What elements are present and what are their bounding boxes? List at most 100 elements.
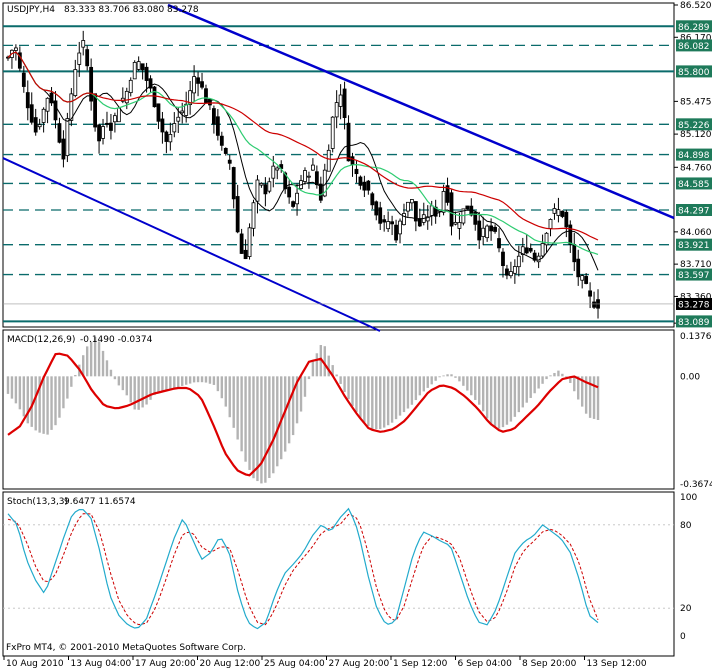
candle-body: [152, 86, 157, 108]
macd-histogram-bar: [462, 376, 465, 386]
time-axis-label: 25 Aug 04:00: [264, 659, 325, 669]
macd-histogram-bar: [85, 346, 89, 377]
candle-body: [65, 118, 70, 157]
candle-body: [350, 156, 355, 165]
macd-histogram-bar: [430, 376, 433, 385]
candle-body: [231, 167, 236, 200]
macd-histogram-bar: [200, 376, 204, 383]
candle-body: [330, 116, 335, 149]
macd-histogram-bar: [533, 376, 536, 394]
macd-histogram-bar: [6, 376, 10, 394]
candle-body: [540, 243, 545, 257]
macd-histogram-bar: [561, 373, 564, 377]
macd-histogram-bar: [474, 376, 477, 400]
macd-histogram-bar: [418, 376, 422, 396]
candle-body: [548, 219, 553, 229]
macd-histogram-bar: [537, 376, 540, 389]
macd-histogram-bar: [351, 376, 354, 407]
stochastic-panel[interactable]: [2, 491, 675, 657]
macd-histogram-bar: [489, 376, 493, 424]
macd-histogram-bar: [450, 374, 453, 377]
candle-body: [13, 47, 18, 51]
macd-histogram-bar: [220, 376, 224, 399]
macd-histogram-bar: [188, 376, 192, 384]
candle-body: [101, 126, 105, 139]
candle-body: [156, 103, 161, 122]
macd-histogram-bar: [89, 341, 93, 377]
candle-body: [204, 88, 208, 104]
macd-histogram-bar: [74, 374, 77, 377]
macd-histogram-bar: [501, 376, 505, 428]
macd-histogram-bar: [125, 376, 128, 396]
macd-histogram-bar: [236, 376, 239, 440]
mt4-chart-window[interactable]: 86.52086.17085.47585.12084.76084.06083.7…: [0, 0, 712, 670]
candle-body: [366, 180, 371, 191]
candle-body: [497, 238, 501, 249]
candle-body: [592, 301, 596, 308]
macd-histogram-bar: [228, 376, 231, 418]
macd-histogram-bar: [62, 376, 65, 409]
chart-symbol-label: USDJPY,H4: [7, 5, 55, 15]
macd-histogram-bar: [137, 376, 140, 410]
macd-histogram-bar: [394, 376, 398, 420]
candle-body: [580, 275, 585, 281]
macd-histogram-bar: [493, 376, 497, 427]
macd-histogram-bar: [113, 376, 117, 380]
candle-body: [223, 147, 228, 154]
macd-histogram-bar: [58, 376, 61, 418]
candle-body: [560, 210, 565, 217]
macd-histogram-bar: [268, 376, 271, 478]
macd-histogram-bar: [470, 376, 473, 396]
candle-body: [505, 268, 509, 276]
macd-histogram-bar: [212, 376, 216, 385]
candle-body: [180, 110, 185, 114]
candle-body: [219, 135, 224, 146]
macd-histogram-bar: [10, 376, 14, 399]
macd-histogram-bar: [359, 376, 362, 418]
macd-histogram-bar: [513, 376, 517, 417]
candle-body: [477, 220, 482, 241]
macd-histogram-bar: [549, 375, 552, 377]
macd-histogram-bar: [307, 376, 311, 380]
macd-histogram-bar: [97, 341, 101, 377]
candle-body: [192, 76, 197, 94]
candle-body: [160, 118, 165, 133]
candle-body: [501, 251, 505, 267]
macd-histogram-bar: [204, 376, 208, 383]
main-price-panel[interactable]: [2, 2, 675, 328]
macd-histogram-bar: [497, 376, 501, 429]
macd-histogram-bar: [327, 355, 330, 377]
macd-histogram-bar: [101, 350, 105, 377]
candle-body: [85, 49, 90, 67]
candle-body: [93, 93, 97, 128]
time-axis-label: 8 Sep 20:00: [522, 659, 577, 669]
candle-body: [132, 61, 137, 80]
price-level-tag-label: 86.289: [678, 23, 710, 33]
stoch-values: 9.6477 11.6574: [64, 497, 136, 507]
macd-axis-label: 0.00: [680, 372, 700, 382]
macd-histogram-bar: [177, 376, 180, 388]
macd-histogram-bar: [434, 376, 437, 381]
candle-body: [568, 224, 573, 245]
candle-body: [41, 108, 46, 123]
macd-histogram-bar: [386, 376, 390, 426]
candle-body: [493, 226, 497, 232]
candle-body: [394, 224, 398, 241]
candle-body: [25, 92, 30, 109]
candle-body: [457, 222, 462, 229]
macd-histogram-bar: [371, 376, 374, 430]
macd-histogram-bar: [438, 376, 441, 378]
macd-histogram-bar: [375, 376, 378, 430]
candle-body: [267, 181, 272, 192]
candle-body: [255, 179, 260, 202]
candle-body: [588, 290, 592, 297]
current-price-tag-label: 83.278: [678, 300, 710, 310]
candle-body: [37, 124, 42, 128]
candle-body: [449, 192, 454, 227]
candle-body: [168, 134, 173, 143]
candle-body: [374, 201, 379, 216]
macd-histogram-bar: [414, 376, 418, 401]
candle-body: [362, 181, 367, 191]
candle-body: [81, 40, 86, 48]
time-axis-label: 13 Sep 12:00: [587, 659, 647, 669]
